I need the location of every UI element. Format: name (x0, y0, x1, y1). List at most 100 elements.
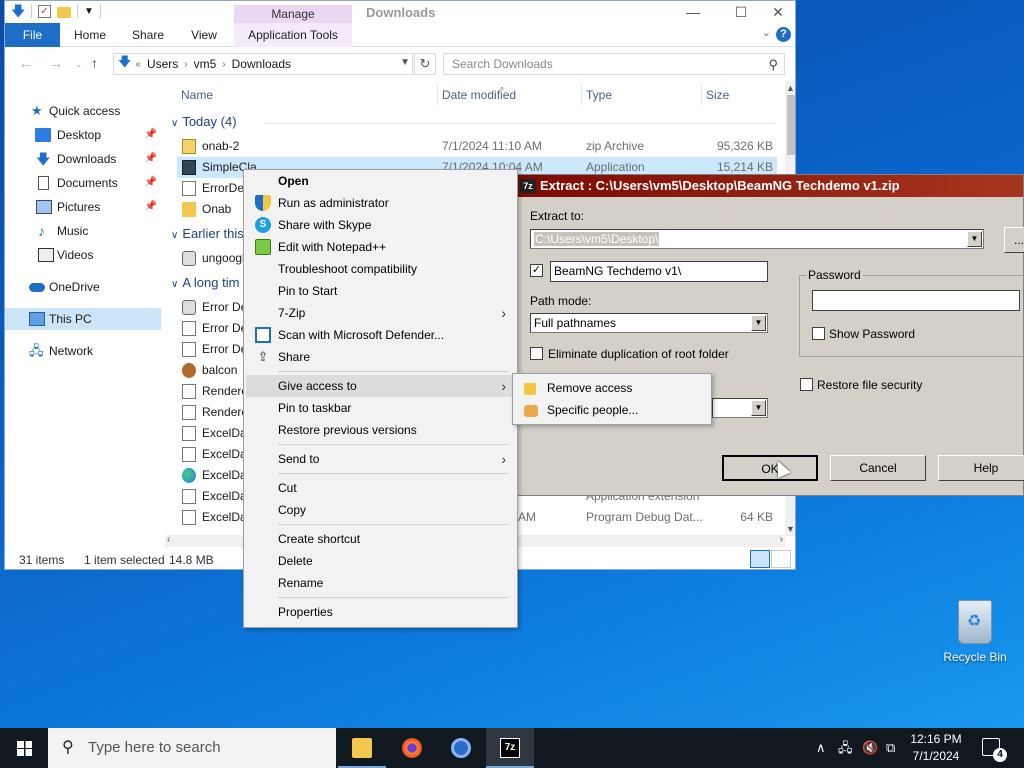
forward-arrow-icon[interactable]: → (49, 55, 63, 71)
scrollbar-thumb[interactable] (787, 95, 795, 155)
close-button[interactable]: ✕ (763, 3, 793, 21)
chevron-down-icon[interactable]: ▼ (751, 400, 766, 416)
recent-locations-icon[interactable]: ⌄ (75, 59, 83, 70)
start-button[interactable] (0, 728, 48, 768)
system-clock[interactable]: 12:16 PM 7/1/2024 (904, 731, 968, 765)
menu-item-send-to[interactable]: Send to › (246, 448, 516, 470)
chevron-down-icon[interactable]: ▼ (967, 231, 982, 247)
scroll-up-icon[interactable]: ▲ (786, 83, 795, 93)
minimize-button[interactable]: — (678, 3, 708, 21)
chevron-right-icon[interactable]: › (222, 59, 225, 70)
customize-toolbar-icon[interactable]: ▼ (84, 6, 94, 17)
cancel-button[interactable]: Cancel (830, 455, 926, 481)
browse-button[interactable]: ... (1004, 227, 1024, 253)
group-header-today[interactable]: ∨ Today (4) (171, 112, 237, 132)
address-bar[interactable]: 🡇 « Users › vm5 › Downloads ▼ (113, 53, 413, 75)
tab-application-tools[interactable]: Application Tools (234, 23, 352, 47)
large-icons-view-icon[interactable] (771, 550, 791, 568)
new-folder-icon[interactable] (57, 6, 71, 18)
menu-item-properties[interactable]: Properties (246, 601, 516, 623)
details-view-icon[interactable] (750, 550, 770, 568)
menu-item-give-access[interactable]: Give access to › (246, 375, 516, 397)
column-header-size[interactable]: Size (706, 85, 729, 105)
display-icon[interactable]: ⧉ (886, 728, 895, 768)
show-password-checkbox[interactable] (812, 327, 825, 340)
help-icon[interactable]: ? (776, 27, 791, 42)
menu-item-create-shortcut[interactable]: Create shortcut (246, 528, 516, 550)
eliminate-duplication-checkbox[interactable] (530, 347, 543, 360)
menu-item-restore-versions[interactable]: Restore previous versions (246, 419, 516, 441)
maximize-button[interactable]: ☐ (726, 3, 756, 21)
properties-icon[interactable]: 🡇 (11, 4, 25, 18)
menu-item-pin-start[interactable]: Pin to Start (246, 280, 516, 302)
sidebar-item-downloads[interactable]: 🡇 Downloads 📌 (5, 148, 161, 170)
column-divider[interactable] (437, 85, 438, 105)
sidebar-item-onedrive[interactable]: OneDrive (5, 276, 161, 298)
menu-item-delete[interactable]: Delete (246, 550, 516, 572)
column-divider[interactable] (581, 85, 582, 105)
chevron-down-icon[interactable]: ⌄ (762, 26, 771, 39)
taskbar-app-firefox[interactable] (388, 728, 436, 768)
subfolder-checkbox[interactable]: ✓ (530, 264, 543, 277)
search-input[interactable]: Search Downloads ⚲ (443, 53, 785, 75)
restore-security-checkbox[interactable] (800, 378, 813, 391)
column-header-date-modified[interactable]: Date modified (442, 85, 516, 105)
column-header-name[interactable]: Name (181, 85, 213, 105)
tab-home[interactable]: Home (65, 23, 115, 47)
tab-view[interactable]: View (181, 23, 227, 47)
taskbar-app-7zip[interactable]: 7z (486, 728, 534, 768)
scroll-left-icon[interactable]: ‹ (167, 534, 170, 545)
sidebar-item-quick-access[interactable]: ★ Quick access (5, 100, 161, 122)
chevron-up-icon[interactable]: ∧ (816, 728, 826, 768)
breadcrumb-users[interactable]: Users (147, 57, 178, 71)
refresh-icon[interactable]: ↻ (414, 53, 436, 75)
volume-muted-icon[interactable]: 🔇 (862, 728, 878, 768)
desktop-icon-recycle-bin[interactable]: Recycle Bin (940, 600, 1010, 664)
menu-item-troubleshoot[interactable]: Troubleshoot compatibility (246, 258, 516, 280)
group-header-earlier[interactable]: ∨ Earlier this (171, 224, 244, 244)
menu-item-share-skype[interactable]: S Share with Skype (246, 214, 516, 236)
menu-item-open[interactable]: Open (246, 170, 516, 192)
tab-share[interactable]: Share (125, 23, 171, 47)
column-divider[interactable] (701, 85, 702, 105)
breadcrumb-overflow[interactable]: « (135, 59, 141, 70)
help-button[interactable]: Help (938, 455, 1024, 481)
menu-item-edit-notepadpp[interactable]: Edit with Notepad++ (246, 236, 516, 258)
menu-item-share[interactable]: ⇪ Share (246, 346, 516, 368)
chevron-down-icon[interactable]: ▼ (751, 315, 766, 331)
sidebar-item-music[interactable]: ♪ Music (5, 220, 161, 242)
breadcrumb-downloads[interactable]: Downloads (232, 57, 291, 71)
dialog-title-bar[interactable]: 7z Extract : C:\Users\vm5\Desktop\BeamNG… (516, 175, 1023, 197)
menu-item-7zip[interactable]: 7-Zip › (246, 302, 516, 324)
network-icon[interactable]: 🖧 (838, 728, 853, 768)
subfolder-name-input[interactable]: BeamNG Techdemo v1\ (550, 261, 768, 282)
menu-item-pin-taskbar[interactable]: Pin to taskbar (246, 397, 516, 419)
menu-item-run-as-admin[interactable]: Run as administrator (246, 192, 516, 214)
breadcrumb-vm5[interactable]: vm5 (194, 57, 217, 71)
chevron-right-icon[interactable]: › (184, 59, 187, 70)
ok-button[interactable]: OK (722, 455, 818, 481)
overwrite-mode-select[interactable]: ▼ (712, 398, 768, 418)
sidebar-item-pictures[interactable]: Pictures 📌 (5, 196, 161, 218)
up-arrow-icon[interactable]: ↑ (91, 55, 98, 71)
checkmark-icon[interactable]: ✓ (38, 4, 51, 18)
path-mode-select[interactable]: Full pathnames ▼ (530, 313, 768, 333)
password-input[interactable] (812, 290, 1020, 311)
sidebar-item-this-pc[interactable]: This PC (5, 308, 161, 330)
tab-file[interactable]: File (5, 23, 60, 47)
group-header-long-ago[interactable]: ∨ A long tim (171, 273, 239, 293)
sidebar-item-videos[interactable]: Videos (5, 244, 161, 266)
chevron-down-icon[interactable]: ▼ (400, 57, 410, 68)
menu-item-remove-access[interactable]: Remove access (515, 377, 709, 399)
sidebar-item-desktop[interactable]: Desktop 📌 (5, 124, 161, 146)
extract-to-combo[interactable]: C:\Users\vm5\Desktop\ ▼ (530, 229, 984, 249)
sidebar-item-network[interactable]: 🖧 Network (5, 340, 161, 362)
scroll-down-icon[interactable]: ▼ (786, 524, 795, 534)
menu-item-cut[interactable]: Cut (246, 477, 516, 499)
menu-item-defender-scan[interactable]: Scan with Microsoft Defender... (246, 324, 516, 346)
menu-item-specific-people[interactable]: Specific people... (515, 399, 709, 421)
menu-item-rename[interactable]: Rename (246, 572, 516, 594)
column-header-type[interactable]: Type (586, 85, 612, 105)
back-arrow-icon[interactable]: ← (19, 55, 33, 71)
sidebar-item-documents[interactable]: Documents 📌 (5, 172, 161, 194)
